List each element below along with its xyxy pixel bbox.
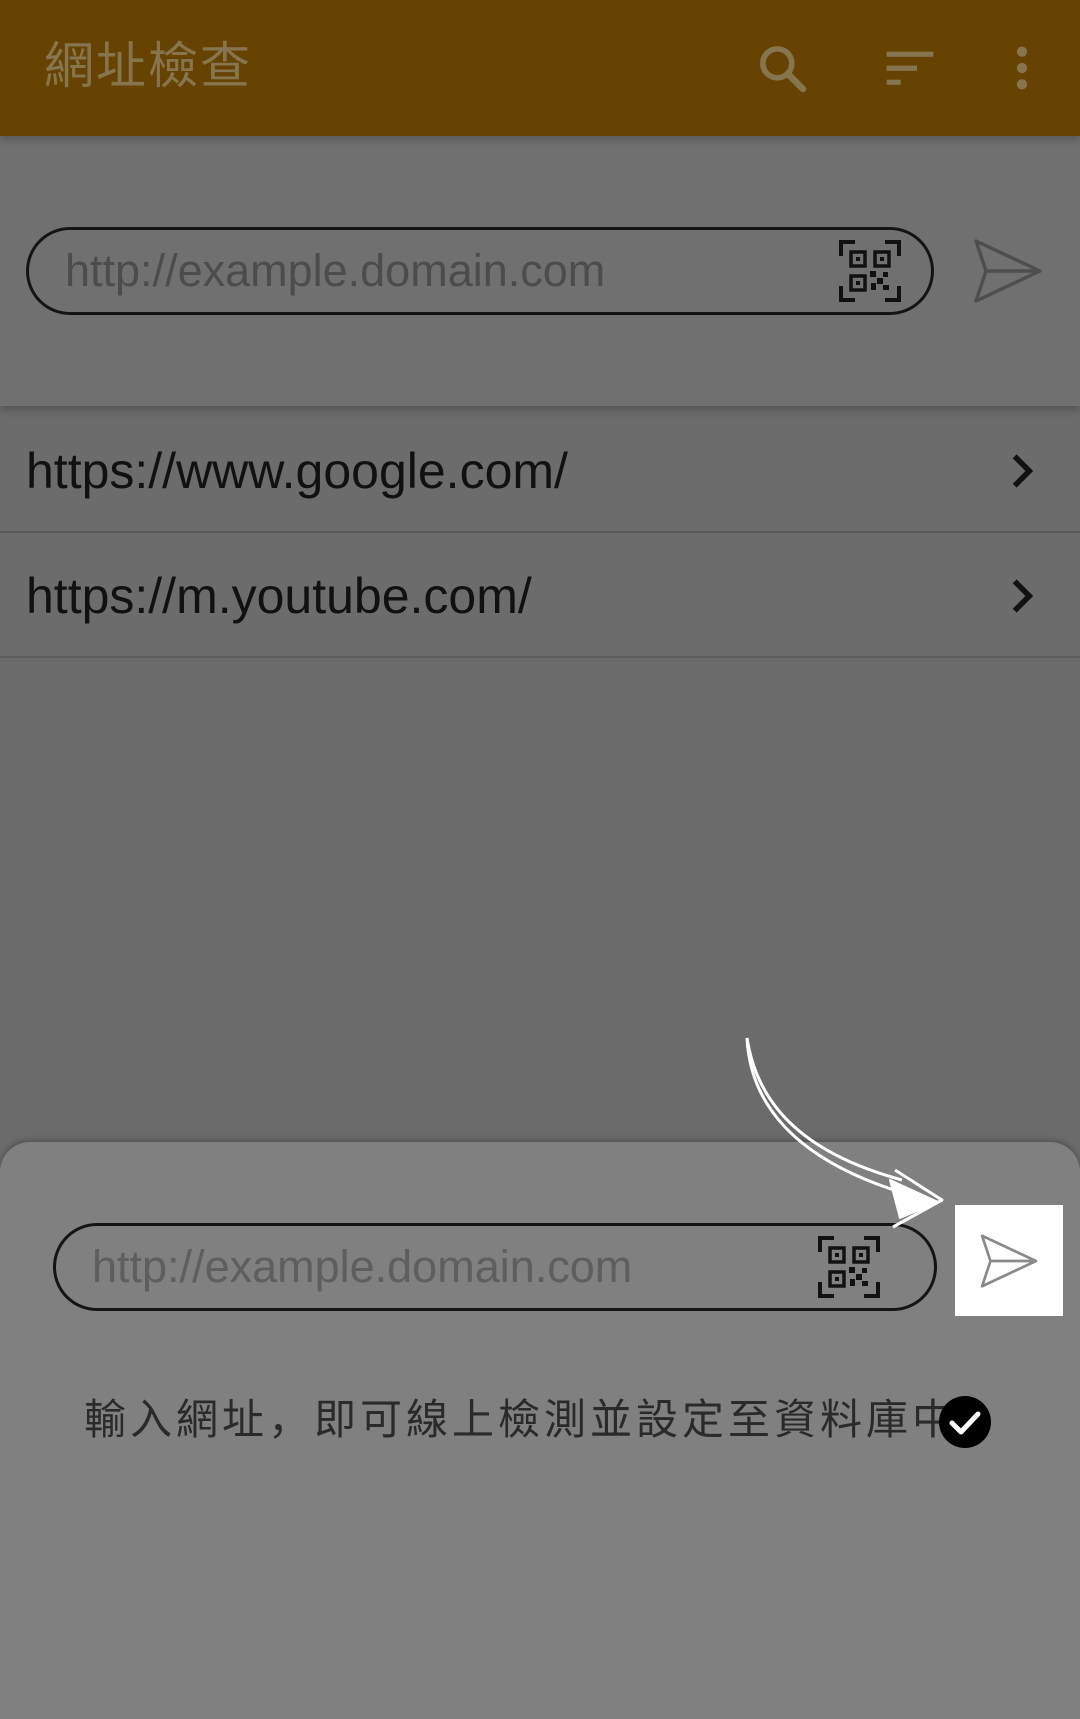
- app-title: 網址檢查: [44, 37, 252, 95]
- url-input[interactable]: [65, 230, 785, 312]
- highlighted-send-button[interactable]: [955, 1205, 1063, 1316]
- qr-code-icon: [818, 1236, 880, 1298]
- url-input-card: [0, 136, 1080, 406]
- more-vert-icon: [1016, 46, 1028, 90]
- sheet-qr-scan-button[interactable]: [816, 1234, 882, 1300]
- qr-scan-button[interactable]: [837, 238, 903, 304]
- sort-button[interactable]: [870, 28, 950, 108]
- send-icon: [974, 239, 1042, 303]
- hint-text: 輸入網址，即可線上檢測並設定至資料庫中: [84, 1395, 959, 1444]
- send-icon: [980, 1233, 1038, 1288]
- search-button[interactable]: [742, 28, 822, 108]
- list-item-url: https://www.google.com/: [26, 443, 568, 499]
- url-input-pill: [26, 227, 934, 315]
- qr-code-icon: [839, 240, 901, 302]
- chevron-right-icon: [1012, 579, 1034, 613]
- list-item[interactable]: https://www.google.com/: [0, 409, 1080, 533]
- list-item[interactable]: https://m.youtube.com/: [0, 534, 1080, 658]
- sheet-url-input[interactable]: [92, 1226, 812, 1308]
- sort-icon: [886, 51, 934, 85]
- app-bar: 網址檢查: [0, 0, 1080, 136]
- list-item-url: https://m.youtube.com/: [26, 568, 532, 624]
- sheet-url-input-pill: [53, 1223, 937, 1311]
- more-options-button[interactable]: [982, 28, 1062, 108]
- app-screen: 網址檢查 http://example.domain.com https://w…: [0, 0, 1080, 1719]
- send-button[interactable]: [968, 231, 1048, 311]
- check-circle-icon: [939, 1396, 991, 1448]
- search-icon: [760, 46, 807, 93]
- chevron-right-icon: [1012, 454, 1034, 488]
